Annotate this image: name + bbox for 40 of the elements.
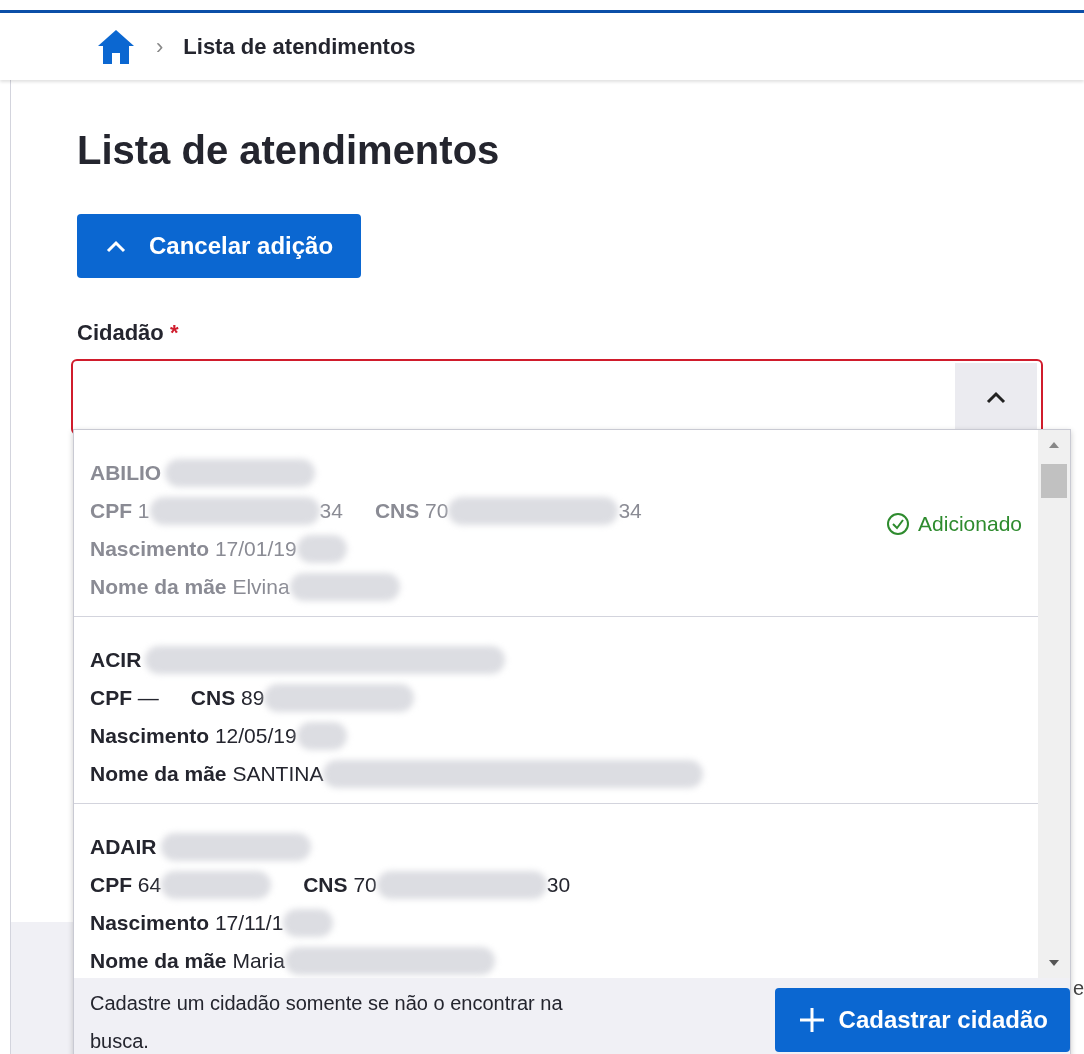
cut-text: e bbox=[1072, 976, 1084, 1001]
status-added: Adicionado bbox=[886, 508, 1022, 540]
field-text: Nascimento 12/05/19 bbox=[90, 723, 297, 749]
field-text: CNS 89 bbox=[190, 685, 265, 711]
redaction-blur bbox=[296, 722, 347, 750]
redaction-blur bbox=[296, 535, 347, 563]
citizen-name: ABILIO bbox=[90, 460, 162, 486]
field-text: Nascimento 17/01/19 bbox=[90, 536, 297, 562]
register-citizen-button[interactable]: Cadastrar cidadão bbox=[774, 988, 1070, 1052]
field-label: Cidadão * bbox=[77, 319, 180, 347]
field-text: Nascimento 17/11/1 bbox=[90, 910, 284, 936]
scroll-down-icon[interactable] bbox=[1048, 958, 1060, 968]
chevron-icon bbox=[955, 363, 1037, 431]
check-circle-icon bbox=[886, 511, 911, 536]
citizen-name: ADAIR bbox=[90, 834, 157, 860]
field-text: CPF 1 bbox=[90, 498, 150, 524]
breadcrumb-separator: › bbox=[156, 33, 164, 61]
citizen-name: ACIR bbox=[90, 647, 142, 673]
scroll-up-icon[interactable] bbox=[1048, 440, 1060, 450]
required-mark: * bbox=[169, 320, 179, 345]
scrollbar[interactable] bbox=[1038, 430, 1070, 978]
field-text: Nome da mãe Maria bbox=[90, 948, 285, 974]
home-icon[interactable] bbox=[96, 27, 136, 66]
footer-hint: Cadastre um cidadão somente se não o encontrar na busca. bbox=[90, 991, 564, 1054]
field-text: 34 bbox=[319, 498, 343, 524]
redaction-blur bbox=[283, 909, 334, 937]
field-text: 30 bbox=[546, 872, 571, 898]
page-title: Lista de atendimentos bbox=[77, 130, 501, 170]
chevron-up-icon bbox=[105, 239, 127, 253]
field-text: CPF 64 bbox=[90, 872, 162, 898]
breadcrumb-current: Lista de atendimentos bbox=[183, 33, 416, 61]
field-text: CPF — bbox=[90, 685, 159, 711]
field-text: CNS 70 bbox=[374, 498, 449, 524]
field-text: Nome da mãe Elvina bbox=[90, 574, 290, 600]
field-text: CNS 70 bbox=[303, 872, 377, 898]
result-item[interactable]: ACIR CPF — CNS 89 Nascimento 12/05/19 Nome da mãe SANTINA bbox=[74, 617, 1038, 804]
field-text: Nome da mãe SANTINA bbox=[90, 761, 324, 787]
field-text: 34 bbox=[618, 498, 642, 524]
cancel-button[interactable]: Cancelar adição bbox=[77, 214, 362, 278]
scrollbar-thumb[interactable] bbox=[1041, 464, 1067, 498]
